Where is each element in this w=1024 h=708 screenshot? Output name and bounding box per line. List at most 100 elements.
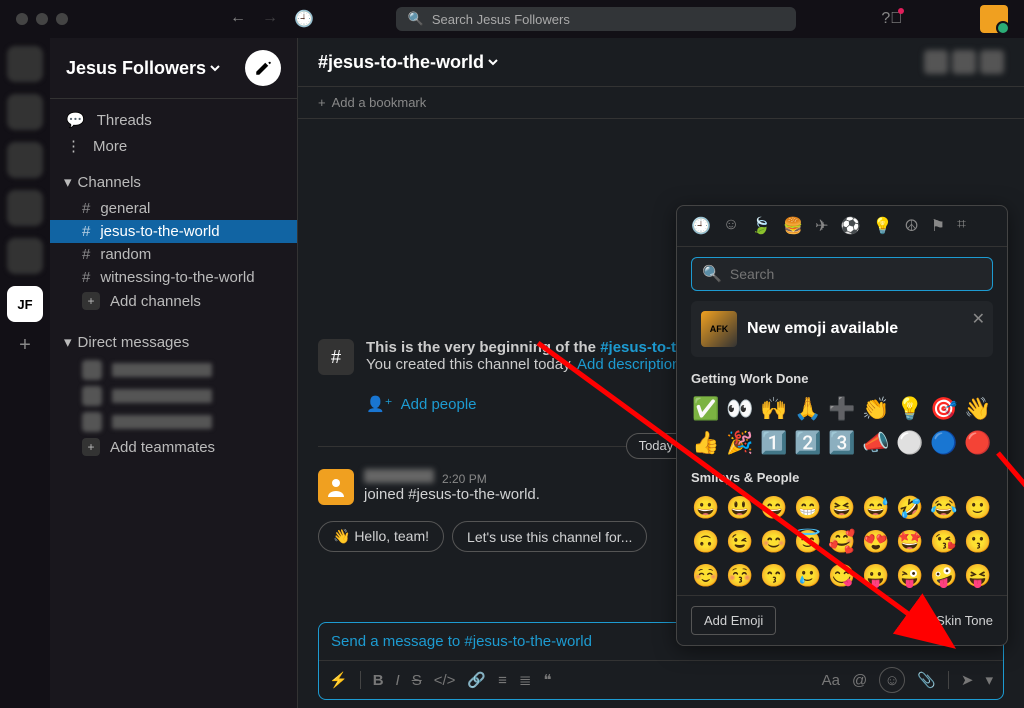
add-workspace-button[interactable]: + bbox=[19, 334, 31, 357]
close-window[interactable] bbox=[16, 13, 28, 25]
minimize-window[interactable] bbox=[36, 13, 48, 25]
send-button[interactable]: ➤ bbox=[961, 671, 974, 689]
send-options-icon[interactable]: ▾ bbox=[985, 671, 993, 689]
mention-icon[interactable]: @ bbox=[852, 672, 867, 689]
emoji-cell[interactable]: 🎉 bbox=[725, 428, 755, 458]
maximize-window[interactable] bbox=[56, 13, 68, 25]
workspace-item[interactable] bbox=[7, 94, 43, 130]
add-teammates-button[interactable]: +Add teammates bbox=[50, 435, 297, 459]
emoji-cell[interactable]: 😘 bbox=[929, 527, 959, 557]
link-icon[interactable]: 🔗 bbox=[467, 671, 486, 689]
emoji-cell[interactable]: 🔵 bbox=[929, 428, 959, 458]
add-channels-button[interactable]: +Add channels bbox=[50, 289, 297, 313]
emoji-cell[interactable]: 🤪 bbox=[929, 561, 959, 591]
workspace-item-active[interactable]: JF bbox=[7, 286, 43, 322]
channel-general[interactable]: #general bbox=[50, 197, 297, 220]
tab-travel-icon[interactable]: ✈ bbox=[815, 216, 828, 236]
workspace-item[interactable] bbox=[7, 46, 43, 82]
bullet-list-icon[interactable]: ≣ bbox=[519, 671, 532, 689]
new-emoji-banner[interactable]: AFK New emoji available ✕ bbox=[691, 301, 993, 357]
avatar[interactable] bbox=[318, 469, 354, 505]
workspace-item[interactable] bbox=[7, 238, 43, 274]
dm-item[interactable] bbox=[50, 357, 297, 383]
member-avatars[interactable] bbox=[924, 50, 1004, 74]
compose-button[interactable] bbox=[245, 50, 281, 86]
dm-section-header[interactable]: ▾ Direct messages bbox=[50, 327, 297, 357]
add-description-link[interactable]: Add description bbox=[577, 356, 680, 373]
message-author[interactable] bbox=[364, 469, 434, 483]
bold-icon[interactable]: B bbox=[373, 672, 384, 689]
emoji-cell[interactable]: 😂 bbox=[929, 493, 959, 523]
emoji-cell[interactable]: 😅 bbox=[861, 493, 891, 523]
emoji-cell[interactable]: 😝 bbox=[963, 561, 993, 591]
search-bar[interactable]: 🔍 Search Jesus Followers bbox=[396, 7, 796, 31]
emoji-cell[interactable]: 📣 bbox=[861, 428, 891, 458]
tab-flags-icon[interactable]: ⚑ bbox=[931, 216, 945, 236]
emoji-cell[interactable]: 😋 bbox=[827, 561, 857, 591]
emoji-cell[interactable]: 🙂 bbox=[963, 493, 993, 523]
skin-tone-button[interactable]: ✋ Skin Tone bbox=[914, 613, 993, 629]
tab-smileys-icon[interactable]: ☺ bbox=[723, 216, 739, 236]
help-button[interactable]: ?⃝ bbox=[881, 10, 902, 28]
format-icon[interactable]: Aa bbox=[822, 672, 840, 689]
channel-witnessing[interactable]: #witnessing-to-the-world bbox=[50, 266, 297, 289]
emoji-button[interactable]: ☺ bbox=[879, 667, 905, 693]
emoji-cell[interactable]: 😊 bbox=[759, 527, 789, 557]
add-emoji-button[interactable]: Add Emoji bbox=[691, 606, 776, 635]
dm-item[interactable] bbox=[50, 383, 297, 409]
emoji-cell[interactable]: ✅ bbox=[691, 394, 721, 424]
emoji-cell[interactable]: 😃 bbox=[725, 493, 755, 523]
tab-activities-icon[interactable]: ⚽ bbox=[841, 216, 861, 236]
strike-icon[interactable]: S bbox=[412, 672, 422, 689]
emoji-cell[interactable]: 🥰 bbox=[827, 527, 857, 557]
emoji-cell[interactable]: 🔴 bbox=[963, 428, 993, 458]
emoji-cell[interactable]: 👋 bbox=[963, 394, 993, 424]
channel-jesus-to-the-world[interactable]: #jesus-to-the-world bbox=[50, 220, 297, 243]
emoji-cell[interactable]: 🙃 bbox=[691, 527, 721, 557]
emoji-cell[interactable]: 👍 bbox=[691, 428, 721, 458]
emoji-cell[interactable]: 🤩 bbox=[895, 527, 925, 557]
tab-symbols-icon[interactable]: ☮ bbox=[904, 216, 918, 236]
emoji-cell[interactable]: 😇 bbox=[793, 527, 823, 557]
forward-button[interactable]: → bbox=[258, 5, 282, 33]
tab-custom-icon[interactable]: ⌗ bbox=[957, 216, 966, 236]
workspace-name-button[interactable]: Jesus Followers bbox=[66, 58, 220, 79]
tab-recent-icon[interactable]: 🕘 bbox=[691, 216, 711, 236]
channel-random[interactable]: #random bbox=[50, 243, 297, 266]
back-button[interactable]: ← bbox=[226, 5, 250, 33]
emoji-cell[interactable]: 🤣 bbox=[895, 493, 925, 523]
emoji-cell[interactable]: 😗 bbox=[963, 527, 993, 557]
tab-objects-icon[interactable]: 💡 bbox=[872, 216, 892, 236]
emoji-cell[interactable]: 💡 bbox=[895, 394, 925, 424]
dm-item[interactable] bbox=[50, 409, 297, 435]
threads-nav[interactable]: 💬 Threads bbox=[50, 107, 297, 133]
emoji-cell[interactable]: 😀 bbox=[691, 493, 721, 523]
code-icon[interactable]: </> bbox=[434, 672, 456, 689]
emoji-cell[interactable]: 👏 bbox=[861, 394, 891, 424]
emoji-cell[interactable]: 🙏 bbox=[793, 394, 823, 424]
more-nav[interactable]: ⋮ More bbox=[50, 133, 297, 159]
user-avatar[interactable] bbox=[980, 5, 1008, 33]
emoji-cell[interactable]: 😚 bbox=[725, 561, 755, 591]
close-icon[interactable]: ✕ bbox=[972, 309, 985, 329]
ordered-list-icon[interactable]: ≡ bbox=[498, 672, 507, 689]
workspace-item[interactable] bbox=[7, 190, 43, 226]
emoji-cell[interactable]: 🎯 bbox=[929, 394, 959, 424]
channel-title-button[interactable]: #jesus-to-the-world bbox=[318, 52, 498, 73]
tab-nature-icon[interactable]: 🍃 bbox=[751, 216, 771, 236]
quote-icon[interactable]: ❝ bbox=[543, 671, 551, 689]
history-button[interactable]: 🕘 bbox=[290, 5, 318, 33]
tab-food-icon[interactable]: 🍔 bbox=[783, 216, 803, 236]
emoji-cell[interactable]: ⚪ bbox=[895, 428, 925, 458]
emoji-cell[interactable]: 😜 bbox=[895, 561, 925, 591]
emoji-cell[interactable]: 😍 bbox=[861, 527, 891, 557]
emoji-cell[interactable]: 🙌 bbox=[759, 394, 789, 424]
suggestion-channel-purpose[interactable]: Let's use this channel for... bbox=[452, 521, 647, 552]
shortcuts-icon[interactable]: ⚡ bbox=[329, 671, 348, 689]
emoji-cell[interactable]: 🥲 bbox=[793, 561, 823, 591]
emoji-cell[interactable]: 😉 bbox=[725, 527, 755, 557]
attach-icon[interactable]: 📎 bbox=[917, 671, 936, 689]
emoji-cell[interactable]: 😆 bbox=[827, 493, 857, 523]
emoji-cell[interactable]: 😄 bbox=[759, 493, 789, 523]
emoji-search-input[interactable] bbox=[730, 266, 982, 282]
